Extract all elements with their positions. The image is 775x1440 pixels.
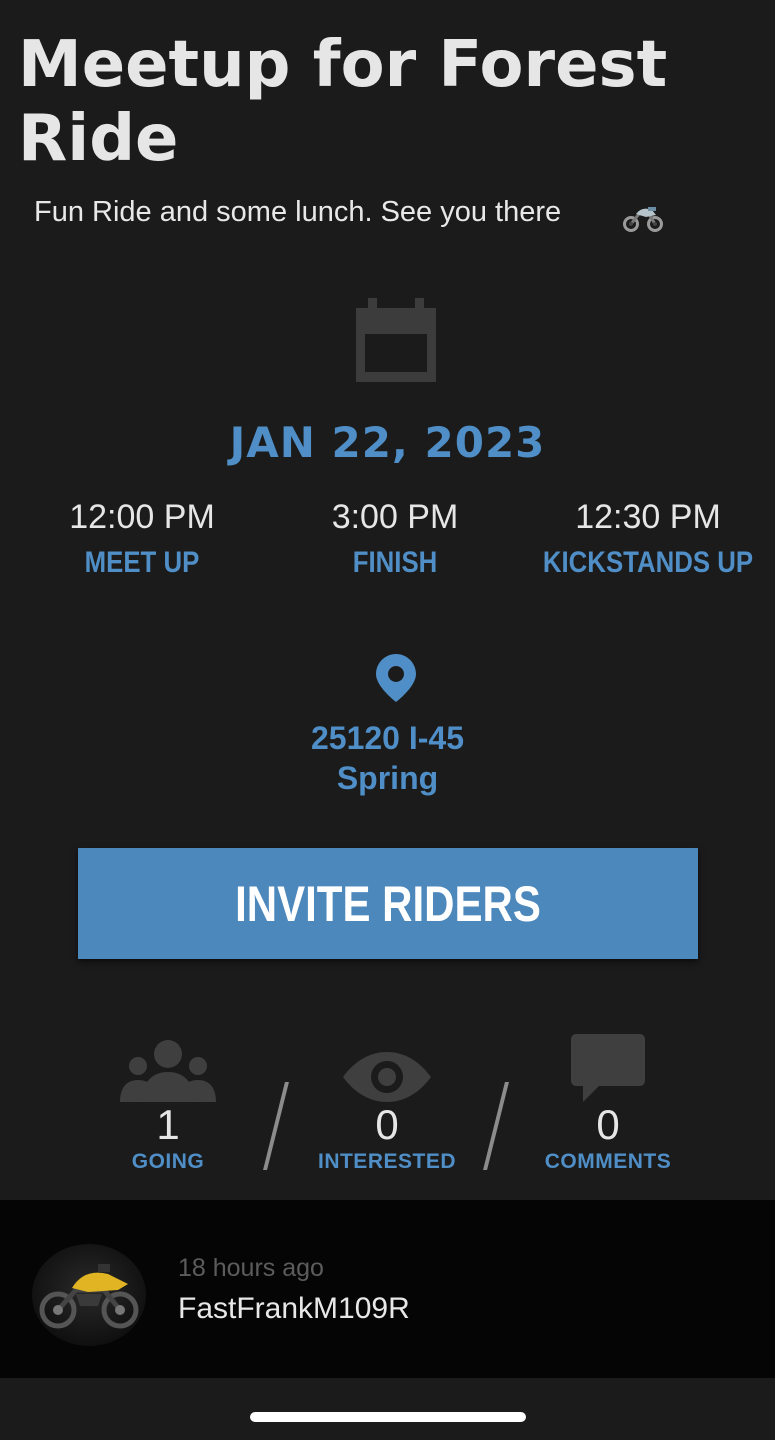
group-icon <box>78 1030 258 1102</box>
motorcycle-emoji-icon <box>622 202 664 237</box>
kickstands-up-time: 12:30 PM <box>575 498 721 536</box>
finish-label: FINISH <box>352 546 438 579</box>
event-address[interactable]: 25120 I-45 Spring <box>0 718 775 798</box>
calendar-icon <box>354 298 438 387</box>
interested-stat[interactable]: 0 INTERESTED <box>297 1030 477 1174</box>
comment-timestamp: 18 hours ago <box>178 1254 324 1282</box>
kickstands-up-label: KICKSTANDS UP <box>542 546 754 579</box>
meet-up-time: 12:00 PM <box>69 498 215 536</box>
comments-stat[interactable]: 0 COMMENTS <box>518 1030 698 1174</box>
going-label: GOING <box>131 1150 205 1173</box>
comments-label: COMMENTS <box>544 1150 672 1173</box>
eye-icon <box>297 1030 477 1102</box>
interested-label: INTERESTED <box>317 1150 456 1173</box>
kickstands-up-time-block: 12:30 PM KICKSTANDS UP <box>518 496 775 580</box>
event-date: JAN 22, 2023 <box>229 418 546 467</box>
home-indicator[interactable] <box>250 1412 526 1422</box>
user-avatar[interactable] <box>32 1244 146 1346</box>
address-line-2: Spring <box>336 760 439 796</box>
invite-riders-label: INVITE RIDERS <box>235 875 541 932</box>
finish-time: 3:00 PM <box>331 498 459 536</box>
event-description: Fun Ride and some lunch. See you there <box>34 196 562 228</box>
stat-divider <box>483 1082 509 1170</box>
event-detail-screen: Meetup for Forest Ride Fun Ride and some… <box>0 0 775 1440</box>
finish-time-block: 3:00 PM FINISH <box>265 496 525 580</box>
comments-count: 0 <box>596 1101 620 1148</box>
event-title: Meetup for Forest Ride <box>18 28 668 176</box>
location-pin-icon[interactable] <box>376 654 416 707</box>
comment-item[interactable]: 18 hours ago FastFrankM109R <box>0 1200 775 1378</box>
going-stat[interactable]: 1 GOING <box>78 1030 258 1174</box>
meet-up-label: MEET UP <box>84 546 200 579</box>
invite-riders-button[interactable]: INVITE RIDERS <box>78 848 698 959</box>
speech-bubble-icon <box>518 1030 698 1102</box>
going-count: 1 <box>156 1101 180 1148</box>
meet-up-time-block: 12:00 PM MEET UP <box>12 496 272 580</box>
address-line-1: 25120 I-45 <box>310 720 464 756</box>
stat-divider <box>263 1082 289 1170</box>
comment-author[interactable]: FastFrankM109R <box>178 1292 410 1326</box>
interested-count: 0 <box>375 1101 399 1148</box>
